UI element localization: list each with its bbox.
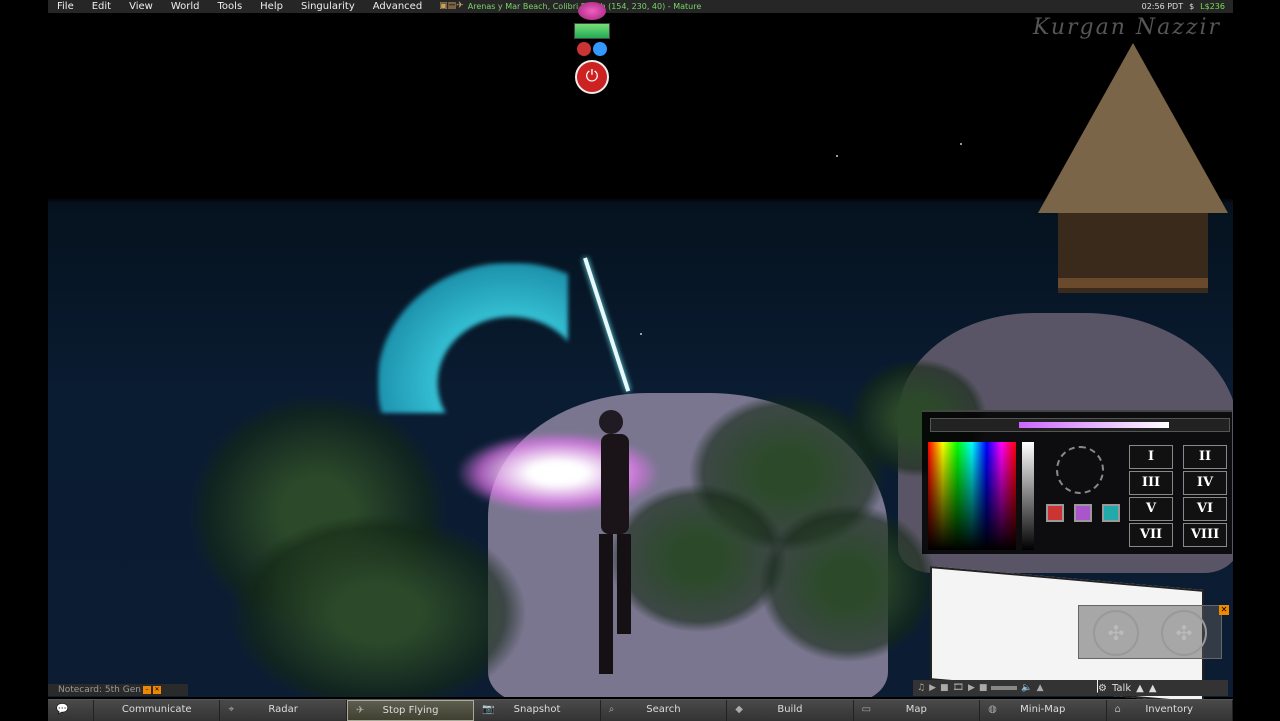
stop-icon[interactable]: ■ (940, 683, 949, 693)
map-button[interactable]: ▭ Map (853, 700, 981, 721)
fly-icon: ✈ (355, 705, 365, 716)
chevron-up-icon[interactable]: ▲ (1037, 683, 1044, 693)
camera-orbit-icon[interactable]: ✣ (1093, 610, 1139, 656)
balance-text[interactable]: L$236 (1200, 0, 1225, 13)
menu-singularity[interactable]: Singularity (292, 0, 364, 13)
palm-tree (758, 503, 938, 663)
length-slider[interactable] (930, 418, 1230, 432)
communicate-label: Communicate (121, 704, 192, 715)
stop-icon[interactable]: ■ (979, 683, 988, 693)
beach-hut (1038, 43, 1228, 293)
hud-attachment: ⏻ (574, 2, 610, 94)
chevron-up-icon[interactable]: ▲ (1149, 683, 1157, 694)
camera-icon: 📷 (482, 704, 495, 715)
chevron-up-icon[interactable]: ▲ (1136, 683, 1144, 694)
music-icon[interactable]: ♫ (917, 683, 925, 693)
avatar[interactable] (593, 408, 643, 697)
buy-currency-icon[interactable]: $ (1189, 0, 1194, 13)
stop-flying-button[interactable]: ✈ Stop Flying (346, 700, 475, 721)
build-label: Build (777, 704, 803, 715)
brightness-slider[interactable] (1022, 442, 1034, 550)
clock-text: 02:56 PDT (1141, 2, 1184, 11)
snapshot-label: Snapshot (513, 704, 561, 715)
style-button-3[interactable]: III (1129, 471, 1173, 495)
build-button[interactable]: ◆ Build (727, 700, 854, 721)
search-icon: ⌕ (608, 704, 615, 715)
globe-icon: ◍ (988, 704, 997, 715)
cube-icon: ◆ (735, 704, 743, 715)
search-button[interactable]: ⌕ Search (600, 700, 728, 721)
radar-label: Radar (268, 704, 298, 715)
star (640, 333, 642, 335)
color-spectrum[interactable] (928, 442, 1016, 550)
volume-slider[interactable] (991, 686, 1018, 690)
color-swatch-3[interactable] (1102, 504, 1120, 522)
menu-edit[interactable]: Edit (83, 0, 120, 13)
parcel-flags-icon[interactable]: ▣▤✈ (439, 0, 464, 13)
menu-file[interactable]: File (48, 0, 83, 13)
voice-bar: ⚙ Talk ▲ ▲ (1098, 680, 1228, 696)
minimap-button[interactable]: ◍ Mini-Map (980, 700, 1107, 721)
right-letterbox (1233, 0, 1280, 720)
media-bar: ♫ ▶ ■ 🎞 ▶ ■ 🔈 ▲ (913, 680, 1097, 696)
inventory-label: Inventory (1145, 704, 1194, 715)
play-icon[interactable]: ▶ (968, 683, 975, 693)
bottom-toolbar: 💬 Communicate ⌖ Radar ✈ Stop Flying 📷 Snaps… (48, 699, 1233, 721)
style-button-8[interactable]: VIII (1183, 523, 1227, 547)
hue-dial[interactable] (1056, 446, 1104, 494)
hud-green-button[interactable] (574, 23, 610, 39)
color-swatch-1[interactable] (1046, 504, 1064, 522)
left-letterbox (0, 0, 48, 720)
style-button-2[interactable]: II (1183, 445, 1227, 469)
map-icon: ▭ (861, 704, 872, 715)
speaker-icon[interactable]: 🔈 (1021, 683, 1032, 693)
palm-tree (228, 513, 528, 697)
style-button-5[interactable]: V (1129, 497, 1173, 521)
menu-bar: File Edit View World Tools Help Singular… (48, 0, 1233, 13)
minimap-label: Mini-Map (1020, 704, 1066, 715)
inventory-button[interactable]: ⌂ Inventory (1106, 700, 1233, 721)
style-button-1[interactable]: I (1129, 445, 1173, 469)
snapshot-button[interactable]: 📷 Snapshot (474, 700, 601, 721)
watermark: Kurgan Nazzir (1032, 15, 1221, 40)
play-icon[interactable]: ▶ (929, 683, 936, 693)
menu-advanced[interactable]: Advanced (364, 0, 431, 13)
menu-tools[interactable]: Tools (209, 0, 252, 13)
hud-red-orb-icon[interactable] (577, 42, 591, 56)
minimize-icon[interactable]: – (142, 686, 151, 694)
style-button-6[interactable]: VI (1183, 497, 1227, 521)
menu-view[interactable]: View (120, 0, 162, 13)
hud-blue-orb-icon[interactable] (593, 42, 607, 56)
communicate-button[interactable]: Communicate (94, 700, 221, 721)
star (836, 155, 838, 157)
talk-button[interactable]: Talk (1112, 683, 1131, 694)
camera-pan-icon[interactable]: ✣ (1161, 610, 1207, 656)
close-icon[interactable]: ✕ (152, 686, 161, 694)
camera-controls: ✣ ✣ ✕ (1078, 605, 1229, 659)
star (960, 143, 962, 145)
saber-color-hud: I II III IV V VI VII VIII (922, 410, 1232, 554)
style-button-7[interactable]: VII (1129, 523, 1173, 547)
notecard-tab[interactable]: Notecard: 5th Gen – ✕ (48, 684, 188, 696)
style-button-4[interactable]: IV (1183, 471, 1227, 495)
cyan-swing-trail (378, 263, 568, 413)
close-icon[interactable]: ✕ (1219, 605, 1229, 615)
menu-help[interactable]: Help (251, 0, 292, 13)
hud-power-icon[interactable]: ⏻ (575, 60, 609, 94)
media-icon[interactable]: 🎞 (953, 683, 964, 693)
notecard-label: Notecard: 5th Gen (58, 685, 141, 695)
map-label: Map (905, 704, 927, 715)
radar-button[interactable]: ⌖ Radar (220, 700, 347, 721)
search-label: Search (646, 704, 681, 715)
lightsaber (583, 257, 631, 392)
chat-button[interactable]: 💬 (48, 700, 94, 721)
chat-bubble-icon: 💬 (56, 704, 69, 715)
inventory-icon: ⌂ (1114, 704, 1121, 715)
color-swatch-2[interactable] (1074, 504, 1092, 522)
radar-icon: ⌖ (228, 704, 235, 715)
voice-settings-icon[interactable]: ⚙ (1098, 683, 1107, 694)
hud-pink-orb-icon[interactable] (578, 2, 606, 20)
menu-world[interactable]: World (162, 0, 209, 13)
stop-flying-label: Stop Flying (382, 705, 439, 716)
